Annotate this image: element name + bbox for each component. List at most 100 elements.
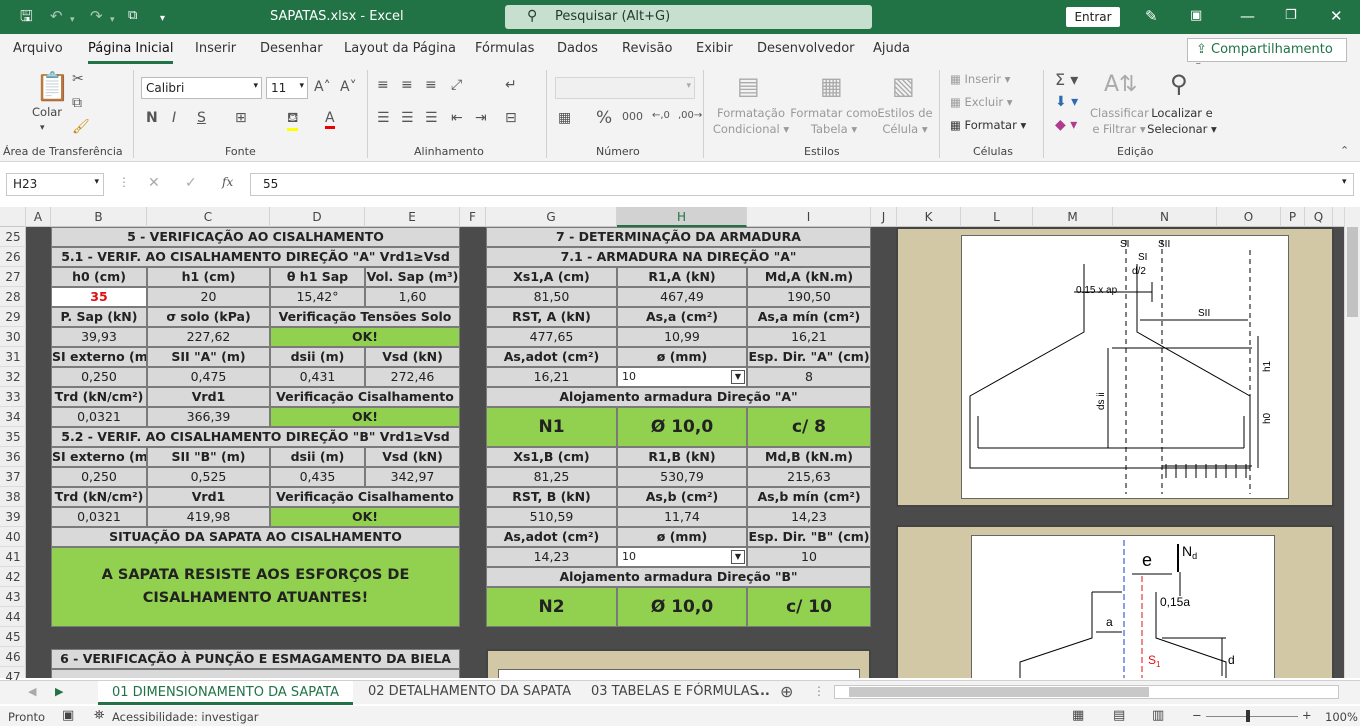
select-all[interactable] — [0, 207, 26, 227]
cell[interactable]: Ø 10,0 — [617, 587, 747, 627]
format-table-icon[interactable]: ▦ — [820, 72, 843, 100]
section-subtitle[interactable]: 7.1 - ARMADURA NA DIREÇÃO "A" — [486, 247, 871, 267]
align-middle-icon[interactable]: ≡ — [401, 77, 413, 93]
tab-exibir[interactable]: Exibir — [696, 41, 733, 56]
cell[interactable]: RST, B (kN) — [486, 487, 617, 507]
cell[interactable]: 0,0321 — [51, 407, 147, 427]
cell[interactable]: As,a (cm²) — [617, 307, 747, 327]
scroll-right-icon[interactable]: ▶ — [55, 685, 63, 698]
cell[interactable]: 8 — [747, 367, 871, 387]
sort-filter-icon[interactable]: A⇅ — [1104, 72, 1137, 97]
section-subtitle[interactable]: 5.1 - VERIF. AO CISALHAMENTO DIREÇÃO "A"… — [51, 247, 460, 267]
more-sheets-button[interactable]: ... — [755, 684, 770, 699]
sheet-tab[interactable]: 02 DETALHAMENTO DA SAPATA — [368, 684, 571, 699]
name-box[interactable]: H23 ▾ — [6, 173, 104, 196]
page-break-icon[interactable]: ▥ — [1152, 708, 1164, 723]
cell[interactable]: 0,435 — [270, 467, 365, 487]
cell[interactable]: Ꚍrd (kN/cm²) — [51, 387, 147, 407]
cell[interactable]: As,adot (cm²) — [486, 347, 617, 367]
italic-icon[interactable]: I — [172, 110, 176, 126]
col-header[interactable]: M — [1033, 207, 1113, 227]
accessibility-status[interactable]: Acessibilidade: investigar — [112, 710, 259, 724]
row-header[interactable]: 32 — [0, 367, 26, 387]
cell[interactable]: Ø 10,0 — [617, 407, 747, 447]
save-icon[interactable]: 🖫 — [20, 7, 33, 25]
tab-pagina-inicial[interactable]: Página Inicial — [88, 41, 174, 64]
undo-icon[interactable]: ↶ — [50, 7, 63, 25]
tab-arquivo[interactable]: Arquivo — [13, 41, 63, 56]
redo-icon[interactable]: ↷ — [90, 7, 103, 25]
pen-icon[interactable]: ✎ — [1145, 7, 1158, 25]
conditional-format-icon[interactable]: ▤ — [737, 72, 760, 100]
indent-decrease-icon[interactable]: ⇤ — [451, 110, 463, 126]
cell[interactable]: Ꚍrd (kN/cm²) — [51, 487, 147, 507]
redo-dropdown-icon[interactable]: ▾ — [110, 11, 115, 29]
sheet-tab[interactable]: 03 TABELAS E FÓRMULAS — [591, 684, 758, 699]
cell[interactable]: 11,74 — [617, 507, 747, 527]
cell[interactable]: 15,42° — [270, 287, 365, 307]
cell[interactable]: 0,525 — [147, 467, 270, 487]
cell[interactable]: Vrd1 — [147, 387, 270, 407]
cut-icon[interactable]: ✂ — [72, 71, 84, 87]
tab-desenvolvedor[interactable]: Desenvolvedor — [757, 41, 855, 56]
row-header[interactable]: 35 — [0, 427, 26, 447]
cell[interactable]: 342,97 — [365, 467, 460, 487]
col-header-selected[interactable]: H — [617, 207, 747, 227]
accounting-icon[interactable]: ▦ — [558, 110, 571, 126]
cell[interactable]: Xs1,B (cm) — [486, 447, 617, 467]
cell[interactable]: 0,0321 — [51, 507, 147, 527]
col-header[interactable]: D — [270, 207, 365, 227]
row-header[interactable]: 28 — [0, 287, 26, 307]
cell[interactable]: 366,39 — [147, 407, 270, 427]
cell[interactable]: R1,B (kN) — [617, 447, 747, 467]
col-header[interactable]: G — [486, 207, 617, 227]
add-sheet-icon[interactable]: ⊕ — [780, 682, 793, 701]
cell[interactable]: ø (mm) — [617, 347, 747, 367]
indent-increase-icon[interactable]: ⇥ — [475, 110, 487, 126]
cell-styles-label[interactable]: Estilos de Célula ▾ — [876, 105, 934, 137]
cell[interactable]: Verificação Cisalhamento — [270, 387, 460, 407]
format-cells-button[interactable]: ▦ Formatar ▾ — [950, 117, 1026, 133]
cell[interactable]: 190,50 — [747, 287, 871, 307]
cell[interactable]: Verificação Tensões Solo — [270, 307, 460, 327]
tab-inserir[interactable]: Inserir — [195, 41, 236, 56]
section-subtitle[interactable]: Alojamento armadura Direção "B" — [486, 567, 871, 587]
font-size-combo[interactable]: 11 ▾ — [266, 77, 308, 99]
font-color-icon[interactable]: A — [325, 110, 335, 129]
cell[interactable]: dsii (m) — [270, 347, 365, 367]
tab-dados[interactable]: Dados — [557, 41, 598, 56]
diameter-dropdown[interactable]: 10 ▼ — [617, 367, 747, 387]
align-right-icon[interactable]: ☰ — [425, 110, 438, 126]
share-button[interactable]: ⇪ Compartilhamento ▾ — [1187, 38, 1347, 71]
insert-cells-button[interactable]: ▦ Inserir ▾ — [950, 71, 1010, 87]
col-header[interactable]: C — [147, 207, 270, 227]
cell[interactable]: Esp. Dir. "B" (cm) — [747, 527, 871, 547]
cell[interactable]: SII "B" (m) — [147, 447, 270, 467]
tab-splitter-icon[interactable]: ⋮ — [813, 684, 825, 698]
section-subtitle[interactable]: SITUAÇÃO DA SAPATA AO CISALHAMENTO — [51, 527, 460, 547]
cell[interactable]: Md,A (kN.m) — [747, 267, 871, 287]
find-select-label[interactable]: Localizar e Selecionar ▾ — [1146, 105, 1218, 137]
row-header[interactable]: 27 — [0, 267, 26, 287]
fill-color-icon[interactable]: ⛾ — [287, 110, 299, 131]
cell[interactable]: 1,60 — [365, 287, 460, 307]
cell[interactable]: SII "A" (m) — [147, 347, 270, 367]
col-header[interactable]: J — [871, 207, 897, 227]
tab-formulas[interactable]: Fórmulas — [475, 41, 534, 56]
section-title[interactable]: 5 - VERIFICAÇÃO AO CISALHAMENTO — [51, 227, 460, 247]
cell[interactable]: Vsd (kN) — [365, 447, 460, 467]
cell[interactable]: dsii (m) — [270, 447, 365, 467]
chevron-down-icon[interactable]: ▼ — [731, 370, 745, 384]
minimize-icon[interactable]: — — [1240, 7, 1255, 25]
enter-icon[interactable]: ✓ — [185, 175, 197, 191]
autosum-icon[interactable]: Σ ▾ — [1055, 70, 1078, 89]
paste-icon[interactable]: 📋 — [35, 70, 70, 103]
row-header[interactable]: 44 — [0, 607, 26, 627]
comma-icon[interactable]: 000 — [622, 110, 643, 123]
font-name-combo[interactable]: Calibri ▾ — [141, 77, 262, 99]
cell[interactable]: ø (mm) — [617, 527, 747, 547]
tab-desenhar[interactable]: Desenhar — [260, 41, 323, 56]
cell[interactable]: 39,93 — [51, 327, 147, 347]
increase-decimal-icon[interactable]: ←,0 — [652, 110, 670, 121]
scroll-left-icon[interactable]: ◀ — [28, 685, 36, 698]
